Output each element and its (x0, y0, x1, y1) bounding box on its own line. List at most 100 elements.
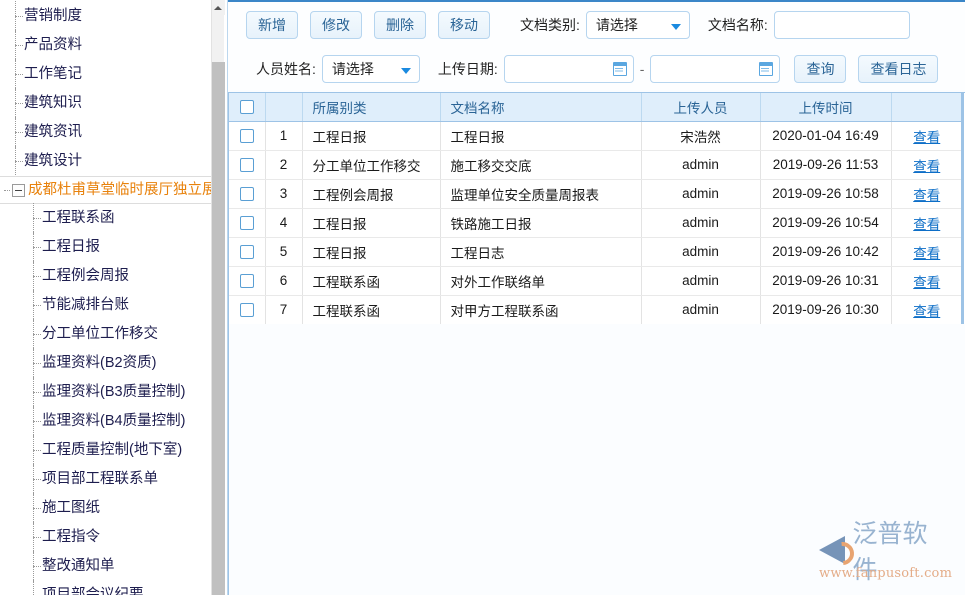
scroll-up-icon[interactable] (212, 0, 225, 15)
upload-date-to-input[interactable] (651, 56, 751, 82)
delete-button[interactable]: 删除 (374, 11, 426, 39)
logo-wordmark: 泛普软件 (819, 533, 951, 567)
row-operation-cell[interactable]: 查看 (891, 121, 962, 150)
row-docname: 对甲方工程联系函 (440, 295, 641, 324)
tree-item-child-13[interactable]: 项目部会议纪要 (0, 581, 212, 595)
row-checkbox[interactable] (240, 129, 254, 143)
upload-date-to[interactable] (650, 55, 780, 83)
tree-item-top-1[interactable]: 产品资料 (0, 31, 212, 60)
tree-item-child-1[interactable]: 工程日报 (0, 233, 212, 262)
calendar-icon[interactable] (613, 62, 627, 76)
row-checkbox[interactable] (240, 274, 254, 288)
upload-date-from[interactable] (504, 55, 634, 83)
row-uploader: admin (641, 208, 760, 237)
row-operation-cell[interactable]: 查看 (891, 150, 962, 179)
sidebar-scrollbar[interactable] (211, 0, 224, 595)
docname-header[interactable]: 文档名称 (440, 93, 641, 121)
tree-item-child-12[interactable]: 整改通知单 (0, 552, 212, 581)
view-link[interactable]: 查看 (913, 188, 940, 203)
toolbar-row-filters: 人员姓名: 请选择 上传日期: - 查询 查看日志 (228, 47, 965, 90)
tree-item-label: 工程日报 (42, 233, 100, 262)
view-log-button[interactable]: 查看日志 (858, 55, 938, 83)
tree-connector-icon (26, 494, 42, 523)
select-all-header[interactable] (229, 93, 265, 121)
uploadtime-header[interactable]: 上传时间 (760, 93, 891, 121)
tree-item-child-5[interactable]: 监理资料(B2资质) (0, 349, 212, 378)
row-docname: 工程日报 (440, 121, 641, 150)
table-row[interactable]: 4工程日报铁路施工日报admin2019-09-26 10:54查看 (229, 208, 962, 237)
view-link[interactable]: 查看 (913, 275, 940, 290)
row-checkbox-cell[interactable] (229, 208, 265, 237)
tree-item-child-7[interactable]: 监理资料(B4质量控制) (0, 407, 212, 436)
table-row[interactable]: 6工程联系函对外工作联络单admin2019-09-26 10:31查看 (229, 266, 962, 295)
doc-category-select[interactable]: 请选择 (586, 11, 690, 39)
table-row[interactable]: 5工程日报工程日志admin2019-09-26 10:42查看 (229, 237, 962, 266)
view-link[interactable]: 查看 (913, 130, 940, 145)
row-checkbox-cell[interactable] (229, 237, 265, 266)
row-operation-cell[interactable]: 查看 (891, 208, 962, 237)
tree-item-label: 监理资料(B4质量控制) (42, 407, 185, 436)
person-name-select[interactable]: 请选择 (322, 55, 420, 83)
table-row[interactable]: 1工程日报工程日报宋浩然2020-01-04 16:49查看 (229, 121, 962, 150)
view-link[interactable]: 查看 (913, 246, 940, 261)
row-uploadtime: 2019-09-26 10:58 (760, 179, 891, 208)
row-checkbox[interactable] (240, 216, 254, 230)
view-link[interactable]: 查看 (913, 304, 940, 319)
row-checkbox-cell[interactable] (229, 121, 265, 150)
tree-item-top-5[interactable]: 建筑设计 (0, 147, 212, 176)
tree-item-child-10[interactable]: 施工图纸 (0, 494, 212, 523)
doc-name-input[interactable] (774, 11, 910, 39)
row-uploader: admin (641, 150, 760, 179)
tree-item-child-0[interactable]: 工程联系函 (0, 204, 212, 233)
calendar-icon[interactable] (759, 62, 773, 76)
move-button[interactable]: 移动 (438, 11, 490, 39)
view-link[interactable]: 查看 (913, 217, 940, 232)
row-operation-cell[interactable]: 查看 (891, 179, 962, 208)
row-checkbox[interactable] (240, 158, 254, 172)
row-checkbox-cell[interactable] (229, 266, 265, 295)
tree-item-child-6[interactable]: 监理资料(B3质量控制) (0, 378, 212, 407)
tree-item-label: 工程指令 (42, 523, 100, 552)
category-header[interactable]: 所属别类 (302, 93, 440, 121)
row-checkbox[interactable] (240, 187, 254, 201)
edit-button[interactable]: 修改 (310, 11, 362, 39)
tree-item-child-11[interactable]: 工程指令 (0, 523, 212, 552)
view-link[interactable]: 查看 (913, 159, 940, 174)
document-tree[interactable]: 营销制度产品资料工作笔记建筑知识建筑资讯建筑设计成都杜甫草堂临时展厅独立展柜报工… (0, 0, 212, 595)
query-button[interactable]: 查询 (794, 55, 846, 83)
tree-item-child-8[interactable]: 工程质量控制(地下室) (0, 436, 212, 465)
row-operation-cell[interactable]: 查看 (891, 266, 962, 295)
tree-item-child-9[interactable]: 项目部工程联系单 (0, 465, 212, 494)
add-button[interactable]: 新增 (246, 11, 298, 39)
tree-connector-icon (26, 291, 42, 320)
minus-icon[interactable] (12, 184, 25, 197)
tree-item-top-4[interactable]: 建筑资讯 (0, 118, 212, 147)
scrollbar-thumb[interactable] (212, 62, 225, 595)
row-checkbox-cell[interactable] (229, 295, 265, 324)
tree-item-top-3[interactable]: 建筑知识 (0, 89, 212, 118)
tree-item-child-3[interactable]: 节能减排台账 (0, 291, 212, 320)
tree-item-top-2[interactable]: 工作笔记 (0, 60, 212, 89)
row-operation-cell[interactable]: 查看 (891, 295, 962, 324)
table-row[interactable]: 7工程联系函对甲方工程联系函admin2019-09-26 10:30查看 (229, 295, 962, 324)
uploader-header[interactable]: 上传人员 (641, 93, 760, 121)
row-checkbox-cell[interactable] (229, 150, 265, 179)
row-checkbox[interactable] (240, 303, 254, 317)
fanpu-logo-icon (819, 536, 849, 564)
document-management-page: 营销制度产品资料工作笔记建筑知识建筑资讯建筑设计成都杜甫草堂临时展厅独立展柜报工… (0, 0, 965, 595)
tree-item-label: 监理资料(B3质量控制) (42, 378, 185, 407)
tree-item-child-2[interactable]: 工程例会周报 (0, 262, 212, 291)
table-row[interactable]: 2分工单位工作移交施工移交交底admin2019-09-26 11:53查看 (229, 150, 962, 179)
upload-date-from-input[interactable] (505, 56, 605, 82)
select-all-checkbox[interactable] (240, 100, 254, 114)
tree-item-top-0[interactable]: 营销制度 (0, 2, 212, 31)
tree-item-project[interactable]: 成都杜甫草堂临时展厅独立展柜报 (0, 176, 212, 204)
row-checkbox[interactable] (240, 245, 254, 259)
tree-item-child-4[interactable]: 分工单位工作移交 (0, 320, 212, 349)
row-checkbox-cell[interactable] (229, 179, 265, 208)
row-operation-cell[interactable]: 查看 (891, 237, 962, 266)
tree-item-label: 建筑设计 (24, 147, 82, 176)
tree-connector-icon (8, 2, 24, 31)
row-uploadtime: 2019-09-26 10:42 (760, 237, 891, 266)
table-row[interactable]: 3工程例会周报监理单位安全质量周报表admin2019-09-26 10:58查… (229, 179, 962, 208)
